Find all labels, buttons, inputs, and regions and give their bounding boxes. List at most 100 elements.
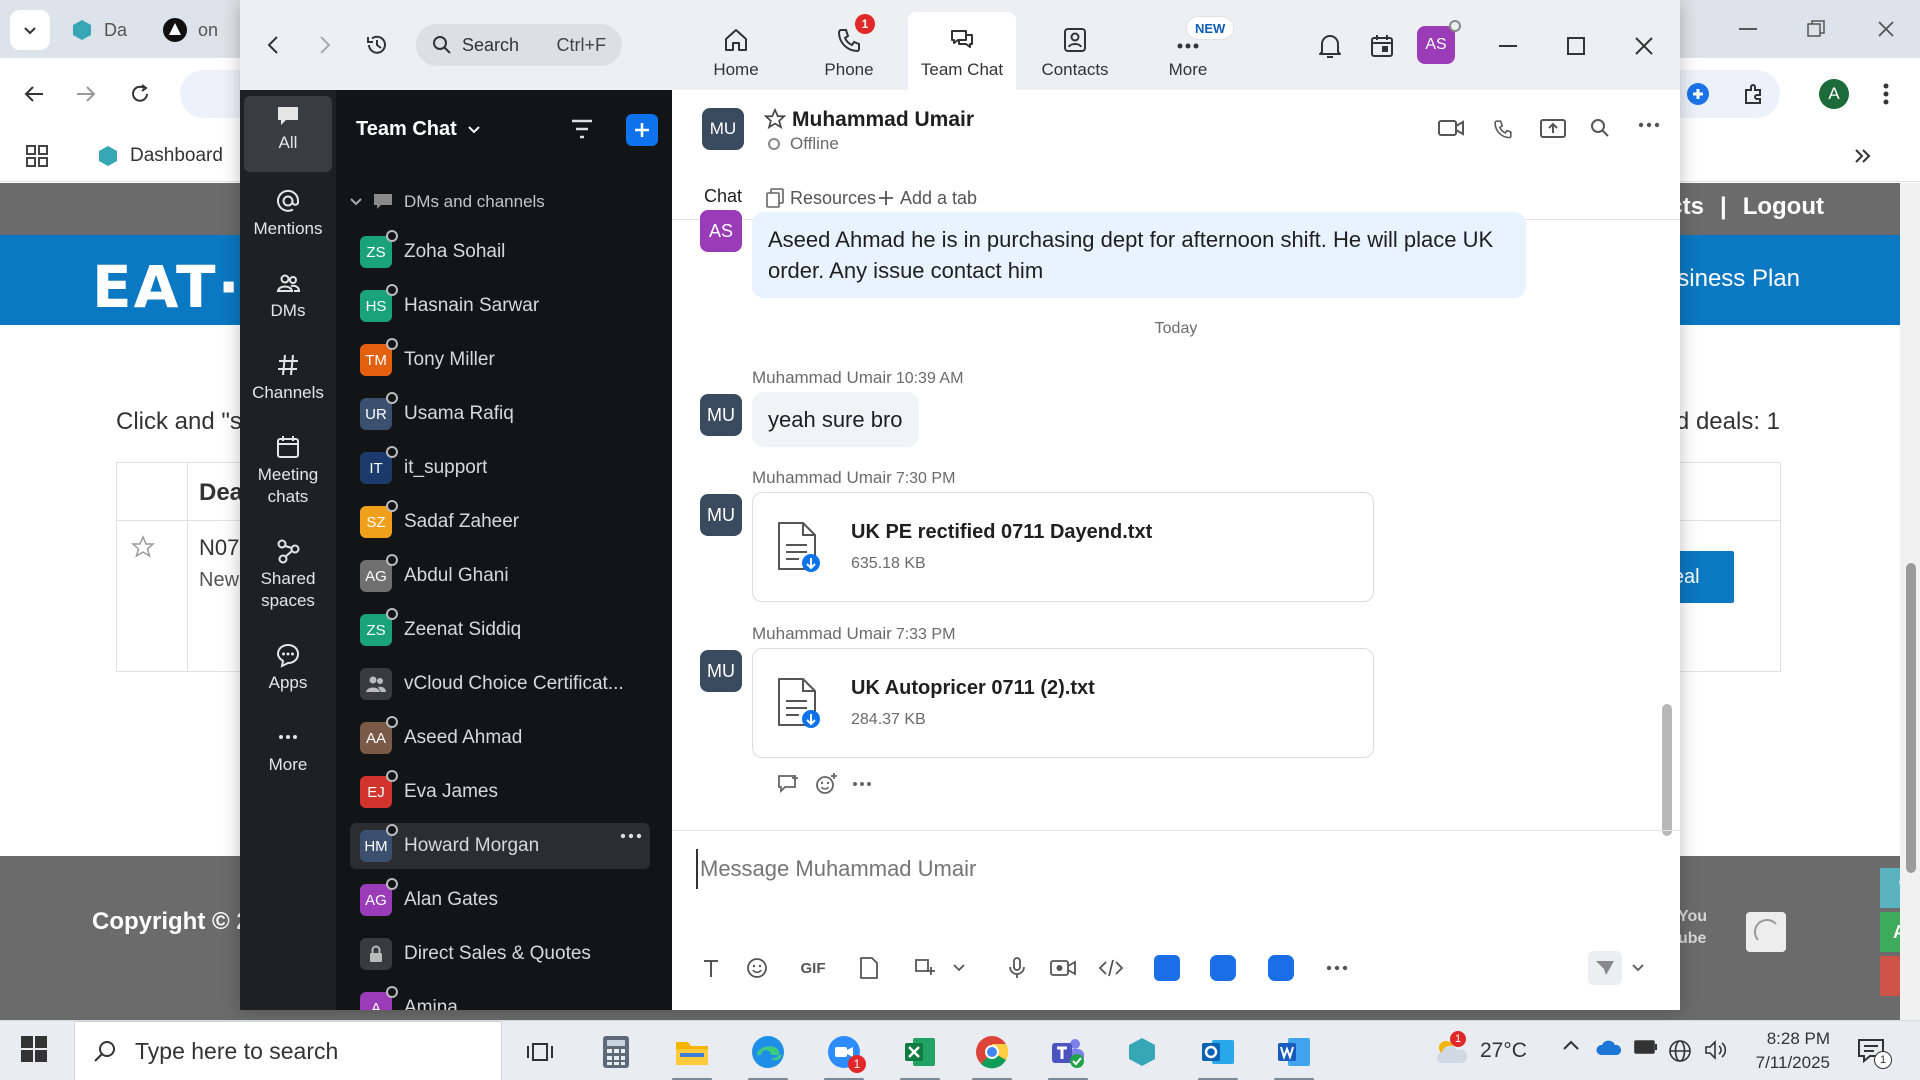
app-2-button[interactable] (1206, 951, 1240, 985)
sender-avatar[interactable]: MU (700, 394, 742, 436)
apps-grid-button[interactable] (26, 140, 48, 172)
new-chat-button[interactable] (626, 114, 658, 146)
attach-file-button[interactable] (852, 951, 886, 985)
history-button[interactable] (362, 30, 392, 60)
list-item[interactable]: UR Usama Rafiq (350, 391, 650, 437)
rail-item-shared-spaces[interactable]: Shared spaces (244, 530, 332, 612)
browser-close-button[interactable] (1866, 12, 1906, 46)
page-scrollbar[interactable] (1900, 183, 1920, 1020)
rail-item-mentions[interactable]: Mentions (244, 180, 332, 240)
voice-message-button[interactable] (1000, 951, 1034, 985)
share-screen-button[interactable] (1540, 118, 1566, 140)
page-scrollbar-thumb[interactable] (1906, 563, 1916, 873)
rail-item-apps[interactable]: Apps (244, 634, 332, 694)
weather-widget[interactable]: 1 27°C (1432, 1031, 1527, 1065)
text-format-button[interactable] (694, 951, 728, 985)
app-1-button[interactable] (1150, 951, 1184, 985)
video-call-button[interactable] (1438, 118, 1464, 138)
gif-button[interactable]: GIF (796, 951, 830, 985)
notification-center-button[interactable]: 1 (1856, 1037, 1892, 1070)
add-reaction-icon[interactable] (814, 772, 838, 796)
browser-minimize-button[interactable] (1728, 12, 1768, 46)
list-item[interactable]: SZ Sadaf Zaheer (350, 499, 650, 545)
list-item[interactable]: vCloud Choice Certificat... (350, 661, 650, 707)
send-options-button[interactable] (1628, 951, 1648, 985)
battery-tray-icon[interactable] (1634, 1039, 1658, 1055)
more-options-button[interactable] (1638, 122, 1660, 128)
calendar-button[interactable] (1366, 30, 1398, 62)
task-view-button[interactable] (516, 1029, 564, 1075)
phone-call-button[interactable] (1492, 118, 1514, 140)
calculator-app[interactable] (592, 1029, 640, 1075)
rail-item-meeting-chats[interactable]: Meeting chats (244, 426, 332, 508)
tab-phone[interactable]: Phone 1 (795, 12, 903, 90)
rail-item-channels[interactable]: Channels (244, 344, 332, 404)
chat-scrollbar[interactable] (1662, 704, 1672, 836)
rail-item-dms[interactable]: DMs (244, 262, 332, 322)
more-actions-icon[interactable] (852, 781, 872, 787)
start-button[interactable] (20, 1035, 48, 1063)
chrome-app[interactable] (968, 1029, 1016, 1080)
list-item[interactable]: ZS Zeenat Siddiq (350, 607, 650, 653)
volume-tray-icon[interactable] (1704, 1039, 1728, 1061)
teams-app[interactable] (1044, 1029, 1092, 1080)
tab-home[interactable]: Home (682, 12, 790, 90)
app-3-button[interactable] (1264, 951, 1298, 985)
list-item[interactable]: A Amina (350, 985, 650, 1010)
list-item[interactable]: EJ Eva James (350, 769, 650, 815)
close-button[interactable] (1628, 30, 1660, 62)
minimize-button[interactable] (1492, 30, 1524, 62)
search-chat-button[interactable] (1590, 118, 1610, 138)
list-item[interactable]: AA Aseed Ahmad (350, 715, 650, 761)
zoom-app[interactable]: 1 (820, 1029, 868, 1080)
network-tray-icon[interactable] (1668, 1039, 1692, 1063)
browser-menu-button[interactable] (1868, 76, 1904, 112)
edge-app[interactable] (744, 1029, 792, 1080)
excel-app[interactable] (896, 1029, 944, 1080)
browser-tab[interactable]: Da (70, 12, 127, 48)
show-hidden-icons-button[interactable] (1562, 1039, 1580, 1051)
tab-search-button[interactable] (10, 10, 50, 50)
list-item[interactable]: IT it_support (350, 445, 650, 491)
taskbar-search[interactable]: Type here to search (74, 1021, 502, 1080)
notifications-button[interactable] (1314, 30, 1346, 62)
rail-item-more[interactable]: More (244, 716, 332, 776)
list-item[interactable]: AG Abdul Ghani (350, 553, 650, 599)
search-input[interactable]: Search Ctrl+F (416, 24, 622, 66)
tab-team-chat[interactable]: Team Chat (908, 12, 1016, 90)
file-attachment[interactable]: UK PE rectified 0711 Dayend.txt 635.18 K… (752, 492, 1374, 602)
list-item[interactable]: HS Hasnain Sarwar (350, 283, 650, 329)
extensions-puzzle-button[interactable] (1736, 76, 1772, 112)
list-item[interactable]: Direct Sales & Quotes (350, 931, 650, 977)
contact-name[interactable]: Muhammad Umair (792, 108, 974, 132)
tab-contacts[interactable]: Contacts (1021, 12, 1129, 90)
tab-more[interactable]: More NEW (1134, 12, 1242, 90)
browser-tab[interactable]: on (162, 12, 218, 48)
star-icon[interactable] (131, 535, 155, 559)
send-button[interactable] (1588, 951, 1622, 985)
outlook-app[interactable] (1194, 1029, 1242, 1080)
browser-forward-button[interactable] (68, 76, 104, 112)
list-item[interactable]: ZS Zoha Sohail (350, 229, 650, 275)
user-avatar[interactable]: AS (1417, 20, 1461, 64)
bookmark-dashboard[interactable]: Dashboard (96, 140, 223, 172)
more-bookmarks-button[interactable] (1854, 140, 1872, 172)
favorite-star-icon[interactable] (764, 108, 786, 130)
list-item[interactable]: HM Howard Morgan (350, 823, 650, 869)
code-snippet-button[interactable] (1094, 951, 1128, 985)
filter-button[interactable] (570, 118, 594, 140)
sender-avatar[interactable]: MU (700, 494, 742, 536)
maximize-button[interactable] (1560, 30, 1592, 62)
file-explorer-app[interactable] (668, 1029, 716, 1080)
emoji-button[interactable] (740, 951, 774, 985)
browser-restore-button[interactable] (1796, 12, 1836, 46)
contact-avatar[interactable]: MU (702, 108, 744, 150)
section-dms-and-channels[interactable]: DMs and channels (350, 192, 545, 212)
file-attachment[interactable]: UK Autopricer 0711 (2).txt 284.37 KB (752, 648, 1374, 758)
profile-avatar[interactable]: A (1816, 76, 1852, 112)
sender-avatar[interactable]: MU (700, 650, 742, 692)
screenshot-options-button[interactable] (942, 951, 976, 985)
screenshot-button[interactable] (908, 951, 942, 985)
message-input[interactable] (696, 849, 1596, 889)
table-row-id[interactable]: N07 (199, 535, 239, 561)
